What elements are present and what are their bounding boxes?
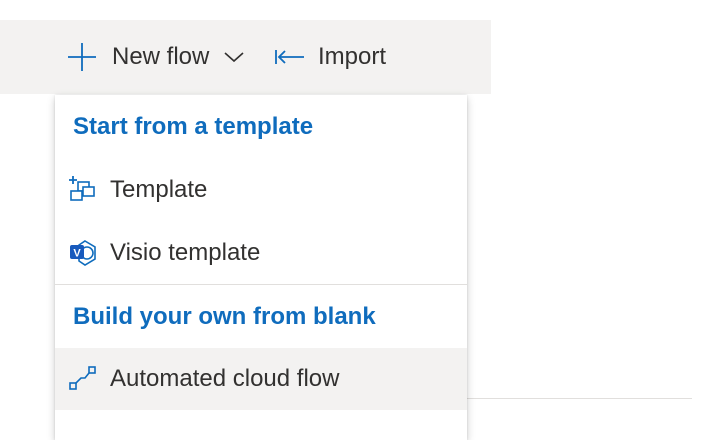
new-flow-button[interactable]: New flow: [66, 20, 245, 94]
menu-item-automated-cloud-flow-label: Automated cloud flow: [110, 365, 340, 392]
plus-icon: [66, 41, 98, 73]
menu-separator: [55, 284, 467, 285]
new-flow-menu: Start from a template Template V Visio t…: [55, 95, 467, 440]
automated-flow-icon: [68, 364, 98, 394]
svg-text:V: V: [73, 248, 81, 260]
chevron-down-icon[interactable]: [223, 50, 245, 64]
section-header-blank: Build your own from blank: [73, 303, 376, 330]
menu-item-visio-template-label: Visio template: [110, 239, 261, 266]
visio-icon: V: [68, 238, 98, 268]
menu-item-template[interactable]: Template: [55, 159, 467, 221]
command-bar: New flow Import: [0, 20, 491, 94]
new-flow-label: New flow: [112, 43, 210, 70]
import-label: Import: [318, 43, 387, 70]
import-button[interactable]: Import: [274, 20, 386, 94]
background-divider: [466, 398, 692, 399]
menu-item-automated-cloud-flow[interactable]: Automated cloud flow: [55, 348, 467, 410]
app-canvas: New flow Import Start from a template Te…: [0, 0, 704, 440]
section-header-template: Start from a template: [73, 113, 314, 140]
menu-item-template-label: Template: [110, 176, 208, 203]
template-icon: [68, 175, 98, 205]
menu-item-visio-template[interactable]: V Visio template: [55, 222, 467, 284]
import-arrow-icon: [274, 46, 306, 68]
